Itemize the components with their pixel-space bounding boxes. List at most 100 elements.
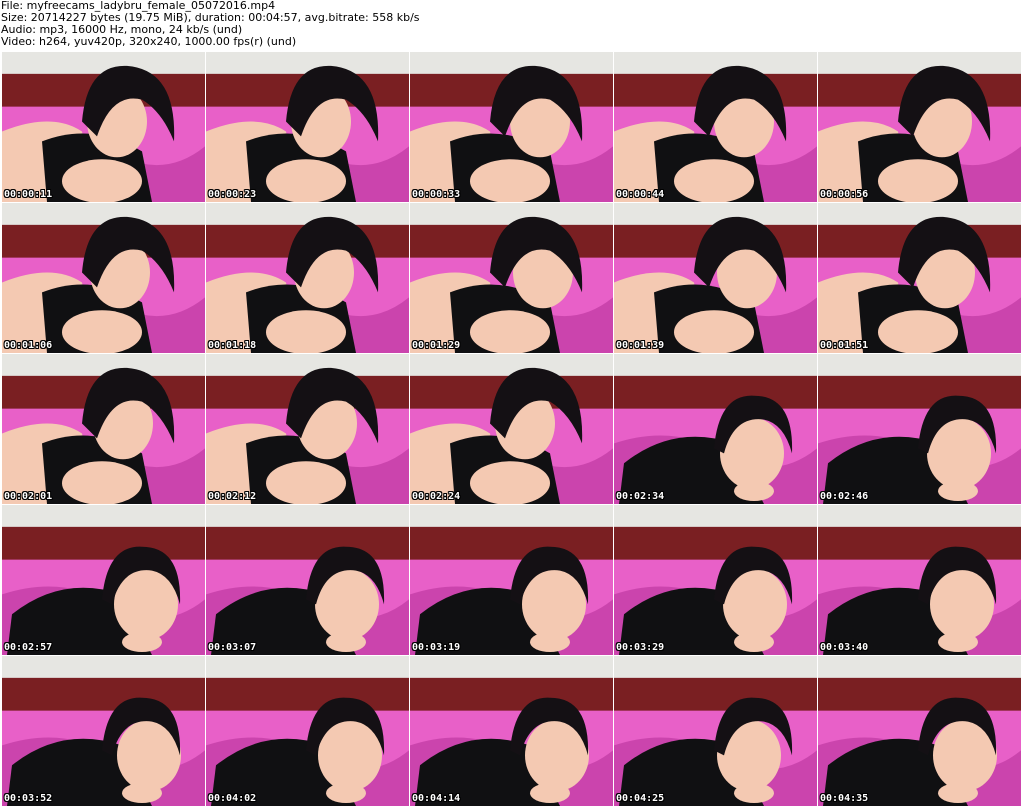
thumbnail-image xyxy=(818,505,1021,655)
hands xyxy=(938,783,978,804)
timestamp-label: 00:04:35 xyxy=(820,793,869,804)
video-thumbnail: 00:01:06 xyxy=(2,203,205,354)
thumbnail-image xyxy=(818,52,1021,202)
timestamp-label: 00:00:11 xyxy=(4,189,53,200)
video-line: Video: h264, yuv420p, 320x240, 1000.00 f… xyxy=(1,35,297,48)
thumbnail-image xyxy=(206,52,409,202)
video-thumbnail: 00:04:14 xyxy=(410,656,613,807)
chest xyxy=(674,310,754,353)
video-thumbnail: 00:01:18 xyxy=(206,203,409,354)
timestamp-label: 00:01:39 xyxy=(616,340,665,351)
video-thumbnail: 00:02:24 xyxy=(410,354,613,505)
hands xyxy=(326,632,366,653)
thumbnail-image xyxy=(410,505,613,655)
hands xyxy=(122,632,162,653)
timestamp-label: 00:04:14 xyxy=(412,793,461,804)
chest xyxy=(470,310,550,353)
video-thumbnail: 00:00:44 xyxy=(614,52,817,203)
info-header: File: myfreecams_ladybru_female_05072016… xyxy=(0,0,1024,52)
thumbnail-grid: 00:00:11 00:00:23 00:00:33 00:00:44 00:00:56… xyxy=(2,52,1022,809)
timestamp-label: 00:01:29 xyxy=(412,340,461,351)
hands xyxy=(122,783,162,804)
video-thumbnail: 00:00:56 xyxy=(818,52,1021,203)
thumbnail-image xyxy=(2,203,205,353)
thumbnail-image xyxy=(614,52,817,202)
thumbnail-image xyxy=(818,354,1021,504)
thumbnail-image xyxy=(410,52,613,202)
thumbnail-image xyxy=(206,656,409,806)
thumbnail-image xyxy=(2,656,205,806)
timestamp-label: 00:01:51 xyxy=(820,340,869,351)
video-thumbnail: 00:01:39 xyxy=(614,203,817,354)
thumbnail-image xyxy=(206,203,409,353)
hands xyxy=(938,632,978,653)
thumbnail-image xyxy=(410,203,613,353)
thumbnail-image xyxy=(818,203,1021,353)
video-thumbnail: 00:02:34 xyxy=(614,354,817,505)
hands xyxy=(530,783,570,804)
video-thumbnail: 00:01:51 xyxy=(818,203,1021,354)
timestamp-label: 00:03:29 xyxy=(616,642,665,653)
chest xyxy=(470,159,550,202)
chest xyxy=(266,461,346,504)
thumbnail-image xyxy=(614,505,817,655)
thumbnail-image xyxy=(2,505,205,655)
timestamp-label: 00:01:18 xyxy=(208,340,257,351)
video-thumbnail: 00:04:02 xyxy=(206,656,409,807)
thumbnail-image xyxy=(614,354,817,504)
hands xyxy=(734,481,774,502)
hands xyxy=(326,783,366,804)
video-thumbnail: 00:02:12 xyxy=(206,354,409,505)
timestamp-label: 00:03:40 xyxy=(820,642,869,653)
timestamp-label: 00:02:57 xyxy=(4,642,53,653)
hands xyxy=(938,481,978,502)
video-thumbnail: 00:04:35 xyxy=(818,656,1021,807)
thumbnail-image xyxy=(410,656,613,806)
chest xyxy=(266,159,346,202)
chest xyxy=(878,310,958,353)
thumbnail-image xyxy=(2,354,205,504)
video-thumbnail: 00:03:40 xyxy=(818,505,1021,656)
timestamp-label: 00:02:01 xyxy=(4,491,53,502)
video-thumbnail: 00:02:01 xyxy=(2,354,205,505)
hands xyxy=(734,632,774,653)
thumbnail-image xyxy=(818,656,1021,806)
thumbnail-image xyxy=(2,52,205,202)
timestamp-label: 00:00:23 xyxy=(208,189,257,200)
video-thumbnail: 00:02:46 xyxy=(818,354,1021,505)
timestamp-label: 00:00:56 xyxy=(820,189,869,200)
timestamp-label: 00:02:34 xyxy=(616,491,665,502)
chest xyxy=(470,461,550,504)
timestamp-label: 00:00:33 xyxy=(412,189,461,200)
thumbnail-image xyxy=(410,354,613,504)
timestamp-label: 00:02:24 xyxy=(412,491,461,502)
hands xyxy=(530,632,570,653)
thumbnail-image xyxy=(614,203,817,353)
timestamp-label: 00:04:02 xyxy=(208,793,257,804)
timestamp-label: 00:03:07 xyxy=(208,642,257,653)
timestamp-label: 00:03:19 xyxy=(412,642,461,653)
chest xyxy=(878,159,958,202)
chest xyxy=(62,310,142,353)
video-thumbnail: 00:00:11 xyxy=(2,52,205,203)
timestamp-label: 00:00:44 xyxy=(616,189,665,200)
video-thumbnail: 00:02:57 xyxy=(2,505,205,656)
chest xyxy=(674,159,754,202)
video-thumbnail: 00:04:25 xyxy=(614,656,817,807)
timestamp-label: 00:01:06 xyxy=(4,340,53,351)
chest xyxy=(266,310,346,353)
timestamp-label: 00:03:52 xyxy=(4,793,53,804)
video-thumbnail: 00:00:33 xyxy=(410,52,613,203)
chest xyxy=(62,461,142,504)
timestamp-label: 00:04:25 xyxy=(616,793,665,804)
thumbnail-image xyxy=(206,354,409,504)
video-thumbnail: 00:03:52 xyxy=(2,656,205,807)
thumbnail-image xyxy=(614,656,817,806)
video-thumbnail: 00:00:23 xyxy=(206,52,409,203)
video-thumbnail: 00:03:19 xyxy=(410,505,613,656)
video-thumbnail: 00:03:07 xyxy=(206,505,409,656)
thumbnail-image xyxy=(206,505,409,655)
video-thumbnail: 00:03:29 xyxy=(614,505,817,656)
hands xyxy=(734,783,774,804)
timestamp-label: 00:02:12 xyxy=(208,491,257,502)
